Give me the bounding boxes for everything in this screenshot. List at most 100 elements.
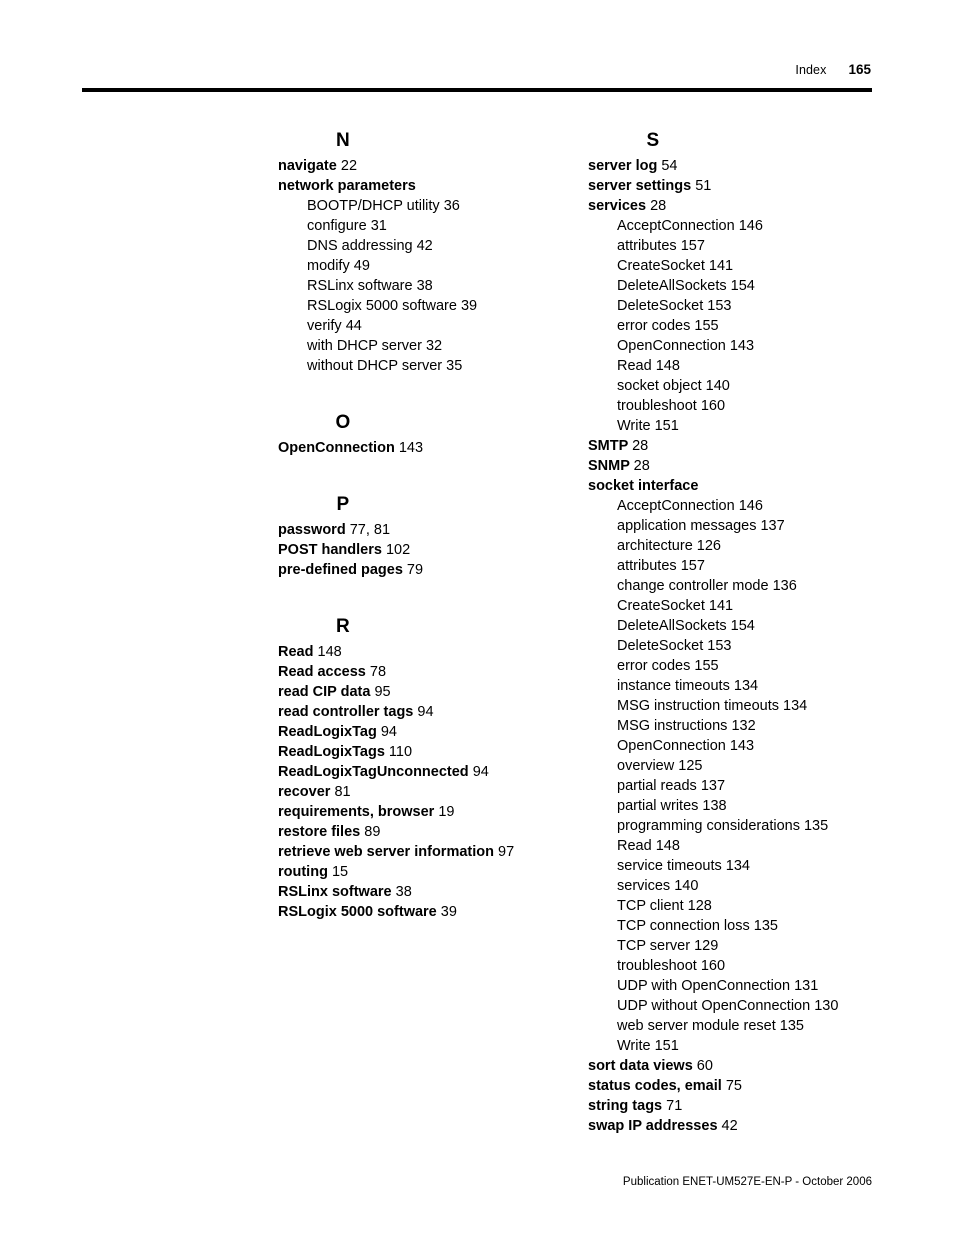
index-entry[interactable]: recover 81	[278, 782, 568, 802]
index-entry-page-numbers[interactable]: 39	[461, 298, 477, 314]
index-subentry[interactable]: TCP server 129	[617, 936, 888, 956]
index-entry-page-numbers[interactable]: 135	[804, 818, 828, 834]
index-entry-page-numbers[interactable]: 39	[441, 904, 457, 920]
index-entry-page-numbers[interactable]: 102	[386, 542, 410, 558]
index-entry-page-numbers[interactable]: 148	[656, 838, 680, 854]
index-subentry[interactable]: verify 44	[307, 316, 568, 336]
index-subentry[interactable]: OpenConnection 143	[617, 736, 888, 756]
index-subentry[interactable]: CreateSocket 141	[617, 256, 888, 276]
index-entry-page-numbers[interactable]: 38	[417, 278, 433, 294]
index-entry-page-numbers[interactable]: 15	[332, 864, 348, 880]
index-entry-page-numbers[interactable]: 44	[346, 318, 362, 334]
index-subentry[interactable]: attributes 157	[617, 556, 888, 576]
index-entry-page-numbers[interactable]: 146	[739, 498, 763, 514]
index-subentry[interactable]: error codes 155	[617, 316, 888, 336]
index-subentry[interactable]: troubleshoot 160	[617, 396, 888, 416]
index-subentry[interactable]: AcceptConnection 146	[617, 496, 888, 516]
index-entry-page-numbers[interactable]: 132	[731, 718, 755, 734]
index-entry[interactable]: pre-defined pages 79	[278, 560, 568, 580]
index-entry-page-numbers[interactable]: 135	[780, 1018, 804, 1034]
index-entry-page-numbers[interactable]: 148	[656, 358, 680, 374]
index-entry-page-numbers[interactable]: 125	[678, 758, 702, 774]
index-subentry[interactable]: UDP without OpenConnection 130	[617, 996, 888, 1016]
index-entry-page-numbers[interactable]: 148	[318, 644, 342, 660]
index-entry[interactable]: server log 54	[588, 156, 888, 176]
index-subentry[interactable]: TCP connection loss 135	[617, 916, 888, 936]
index-entry-page-numbers[interactable]: 131	[794, 978, 818, 994]
index-entry[interactable]: server settings 51	[588, 176, 888, 196]
index-subentry[interactable]: error codes 155	[617, 656, 888, 676]
index-entry-page-numbers[interactable]: 126	[697, 538, 721, 554]
index-entry[interactable]: POST handlers 102	[278, 540, 568, 560]
index-entry[interactable]: status codes, email 75	[588, 1076, 888, 1096]
index-entry[interactable]: read controller tags 94	[278, 702, 568, 722]
index-subentry[interactable]: configure 31	[307, 216, 568, 236]
index-subentry[interactable]: RSLogix 5000 software 39	[307, 296, 568, 316]
index-entry-page-numbers[interactable]: 36	[444, 198, 460, 214]
index-entry-page-numbers[interactable]: 146	[739, 218, 763, 234]
index-subentry[interactable]: AcceptConnection 146	[617, 216, 888, 236]
index-entry-page-numbers[interactable]: 94	[381, 724, 397, 740]
index-entry-page-numbers[interactable]: 94	[417, 704, 433, 720]
index-entry-page-numbers[interactable]: 134	[783, 698, 807, 714]
index-entry-page-numbers[interactable]: 135	[754, 918, 778, 934]
index-entry-page-numbers[interactable]: 22	[341, 158, 357, 174]
index-subentry[interactable]: web server module reset 135	[617, 1016, 888, 1036]
index-subentry[interactable]: Write 151	[617, 416, 888, 436]
index-subentry[interactable]: Read 148	[617, 836, 888, 856]
index-entry-page-numbers[interactable]: 153	[707, 638, 731, 654]
index-entry-page-numbers[interactable]: 51	[695, 178, 711, 194]
index-subentry[interactable]: without DHCP server 35	[307, 356, 568, 376]
index-subentry[interactable]: DeleteSocket 153	[617, 296, 888, 316]
index-entry-page-numbers[interactable]: 35	[446, 358, 462, 374]
index-subentry[interactable]: partial reads 137	[617, 776, 888, 796]
index-entry-page-numbers[interactable]: 78	[370, 664, 386, 680]
index-entry-page-numbers[interactable]: 95	[374, 684, 390, 700]
index-entry-page-numbers[interactable]: 134	[734, 678, 758, 694]
index-entry-page-numbers[interactable]: 143	[730, 738, 754, 754]
index-entry-page-numbers[interactable]: 94	[473, 764, 489, 780]
index-entry[interactable]: string tags 71	[588, 1096, 888, 1116]
index-subentry[interactable]: instance timeouts 134	[617, 676, 888, 696]
index-subentry[interactable]: DeleteAllSockets 154	[617, 276, 888, 296]
index-entry-page-numbers[interactable]: 157	[681, 558, 705, 574]
index-entry[interactable]: services 28	[588, 196, 888, 216]
index-entry-page-numbers[interactable]: 128	[688, 898, 712, 914]
index-entry-page-numbers[interactable]: 49	[354, 258, 370, 274]
index-entry[interactable]: RSLinx software 38	[278, 882, 568, 902]
index-entry-page-numbers[interactable]: 81	[334, 784, 350, 800]
index-subentry[interactable]: CreateSocket 141	[617, 596, 888, 616]
index-subentry[interactable]: OpenConnection 143	[617, 336, 888, 356]
index-entry-page-numbers[interactable]: 54	[661, 158, 677, 174]
index-entry-page-numbers[interactable]: 19	[438, 804, 454, 820]
index-subentry[interactable]: service timeouts 134	[617, 856, 888, 876]
index-entry-page-numbers[interactable]: 134	[726, 858, 750, 874]
index-entry-page-numbers[interactable]: 137	[701, 778, 725, 794]
index-subentry[interactable]: MSG instructions 132	[617, 716, 888, 736]
index-subentry[interactable]: attributes 157	[617, 236, 888, 256]
index-entry-page-numbers[interactable]: 110	[389, 744, 412, 760]
index-entry[interactable]: socket interface	[588, 476, 888, 496]
index-entry[interactable]: ReadLogixTags 110	[278, 742, 568, 762]
index-entry-page-numbers[interactable]: 32	[426, 338, 442, 354]
index-subentry[interactable]: MSG instruction timeouts 134	[617, 696, 888, 716]
index-entry[interactable]: retrieve web server information 97	[278, 842, 568, 862]
index-entry[interactable]: restore files 89	[278, 822, 568, 842]
index-entry-page-numbers[interactable]: 79	[407, 562, 423, 578]
index-entry-page-numbers[interactable]: 71	[666, 1098, 682, 1114]
index-entry-page-numbers[interactable]: 137	[760, 518, 784, 534]
index-entry-page-numbers[interactable]: 141	[709, 258, 733, 274]
index-entry-page-numbers[interactable]: 38	[396, 884, 412, 900]
index-entry[interactable]: SMTP 28	[588, 436, 888, 456]
index-entry-page-numbers[interactable]: 136	[773, 578, 797, 594]
index-entry-page-numbers[interactable]: 129	[694, 938, 718, 954]
index-subentry[interactable]: services 140	[617, 876, 888, 896]
index-subentry[interactable]: application messages 137	[617, 516, 888, 536]
index-subentry[interactable]: programming considerations 135	[617, 816, 888, 836]
index-entry-page-numbers[interactable]: 42	[417, 238, 433, 254]
index-subentry[interactable]: socket object 140	[617, 376, 888, 396]
index-entry[interactable]: ReadLogixTagUnconnected 94	[278, 762, 568, 782]
index-subentry[interactable]: with DHCP server 32	[307, 336, 568, 356]
index-entry[interactable]: swap IP addresses 42	[588, 1116, 888, 1136]
index-entry-page-numbers[interactable]: 28	[650, 198, 666, 214]
